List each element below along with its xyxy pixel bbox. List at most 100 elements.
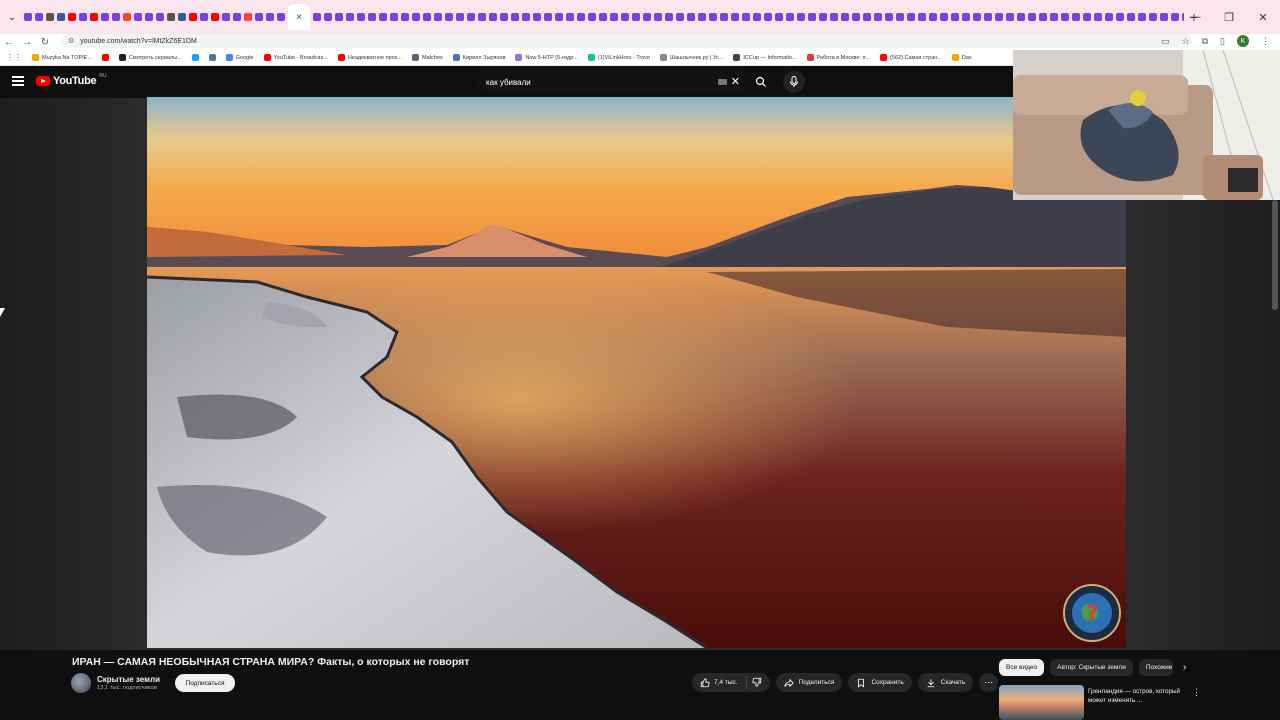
bookmark-item[interactable]: Now 5-HTP (5-гидр... [515, 54, 578, 61]
tab-favicon[interactable] [222, 13, 230, 21]
voice-search-button[interactable] [783, 71, 805, 93]
tab-favicon[interactable] [973, 13, 981, 21]
tab-favicon[interactable] [731, 13, 739, 21]
tab-favicon[interactable] [808, 13, 816, 21]
tab-favicon[interactable] [1006, 13, 1014, 21]
tab-favicon[interactable] [1039, 13, 1047, 21]
tab-favicon[interactable] [984, 13, 992, 21]
tab-favicon[interactable] [244, 13, 252, 21]
chevron-right-icon[interactable]: › [1183, 662, 1186, 673]
tab-favicon[interactable] [1116, 13, 1124, 21]
tab-favicon[interactable] [764, 13, 772, 21]
bookmark-item[interactable]: Работа в Москве: п... [806, 54, 870, 61]
tab-favicon[interactable] [1083, 13, 1091, 21]
hamburger-menu-icon[interactable] [12, 76, 24, 86]
tab-favicon[interactable] [753, 13, 761, 21]
bookmark-item[interactable]: Смотреть сериалы... [118, 54, 182, 61]
tab-favicon[interactable] [456, 13, 464, 21]
tab-favicon[interactable] [101, 13, 109, 21]
download-button[interactable]: Скачать [917, 673, 974, 692]
tab-favicon[interactable] [1028, 13, 1036, 21]
site-info-icon[interactable]: ⚙ [68, 37, 74, 45]
profile-avatar[interactable]: K [1237, 35, 1249, 47]
tab-favicon[interactable] [156, 13, 164, 21]
search-button[interactable] [746, 71, 776, 93]
more-actions-button[interactable]: ⋯ [979, 673, 999, 692]
search-input[interactable]: как убивали ✕ [476, 71, 744, 93]
video-player[interactable] [147, 97, 1126, 648]
close-window-button[interactable]: ✕ [1246, 11, 1280, 24]
tab-favicon[interactable] [742, 13, 750, 21]
recommendation-title[interactable]: Гренландия — остров, который может измен… [1088, 687, 1184, 705]
tab-favicon[interactable] [123, 13, 131, 21]
tab-favicon[interactable] [68, 13, 76, 21]
tab-favicon[interactable] [489, 13, 497, 21]
share-button[interactable]: Поделиться [775, 673, 843, 692]
tab-favicon[interactable] [566, 13, 574, 21]
bookmark-item[interactable]: (562) Самая стран... [880, 54, 942, 61]
tab-favicon[interactable] [79, 13, 87, 21]
like-button[interactable]: 7,4 тыс. [700, 676, 747, 689]
menu-kebab-icon[interactable]: ⋮ [1261, 36, 1270, 47]
bookmark-star-icon[interactable]: ☆ [1182, 36, 1190, 47]
tab-favicon[interactable] [830, 13, 838, 21]
tab-favicon[interactable] [324, 13, 332, 21]
tab-favicon[interactable] [313, 13, 321, 21]
bookmark-item[interactable] [191, 54, 199, 61]
tab-favicon[interactable] [1050, 13, 1058, 21]
tab-favicon[interactable] [665, 13, 673, 21]
tab-favicon[interactable] [423, 13, 431, 21]
bookmark-item[interactable]: Muzyka Na TOPIE... [32, 54, 92, 61]
recommendation-menu-icon[interactable]: ⋮ [1192, 687, 1201, 698]
tab-favicon[interactable] [277, 13, 285, 21]
bookmark-item[interactable]: Matches [411, 54, 443, 61]
tab-favicon[interactable] [709, 13, 717, 21]
tab-favicon[interactable] [1017, 13, 1025, 21]
tab-favicon[interactable] [687, 13, 695, 21]
back-arrow-icon[interactable]: ← [0, 37, 18, 48]
page-scrollbar[interactable] [1272, 200, 1278, 310]
tab-favicon[interactable] [112, 13, 120, 21]
clear-search-icon[interactable]: ✕ [731, 75, 740, 88]
bookmark-item[interactable]: (1)ViLinkHoro - Trovo [587, 54, 650, 61]
tab-favicon[interactable] [841, 13, 849, 21]
bookmark-item[interactable]: YouTube - Broadcas... [263, 54, 328, 61]
recommendation-thumbnail[interactable] [999, 685, 1084, 720]
tab-favicon[interactable] [189, 13, 197, 21]
tab-favicon[interactable] [577, 13, 585, 21]
bookmark-item[interactable]: Das [951, 54, 972, 61]
tab-favicon[interactable] [797, 13, 805, 21]
tab-favicon[interactable] [134, 13, 142, 21]
channel-avatar[interactable] [71, 673, 91, 693]
bookmark-item[interactable]: Google [225, 54, 254, 61]
tab-favicon[interactable] [940, 13, 948, 21]
tab-favicon[interactable] [368, 13, 376, 21]
tab-favicon[interactable] [167, 13, 175, 21]
subscribe-button[interactable]: Подписаться [175, 674, 235, 692]
bookmark-item[interactable] [208, 54, 216, 61]
tab-favicon[interactable] [599, 13, 607, 21]
tab-favicon[interactable] [676, 13, 684, 21]
tab-favicon[interactable] [445, 13, 453, 21]
save-button[interactable]: Сохранить [848, 673, 912, 692]
tab-favicon[interactable] [1061, 13, 1069, 21]
bookmark-item[interactable]: Кирилл Зырянов [452, 54, 505, 61]
cast-icon[interactable]: ▭ [1161, 36, 1170, 47]
keyboard-icon[interactable] [718, 79, 727, 85]
tab-favicon[interactable] [962, 13, 970, 21]
tab-favicon[interactable] [1149, 13, 1157, 21]
tab-favicon[interactable] [255, 13, 263, 21]
tab-favicon[interactable] [874, 13, 882, 21]
tab-favicon[interactable] [211, 13, 219, 21]
tab-favicon[interactable] [346, 13, 354, 21]
tab-favicon[interactable] [200, 13, 208, 21]
tab-favicon[interactable] [57, 13, 65, 21]
tab-favicon[interactable] [555, 13, 563, 21]
tab-favicon[interactable] [90, 13, 98, 21]
tab-favicon[interactable] [995, 13, 1003, 21]
tab-favicon[interactable] [1094, 13, 1102, 21]
tab-favicon[interactable] [35, 13, 43, 21]
filter-chip[interactable]: Все видео [999, 659, 1045, 676]
tab-favicon[interactable] [434, 13, 442, 21]
tab-favicon[interactable] [500, 13, 508, 21]
